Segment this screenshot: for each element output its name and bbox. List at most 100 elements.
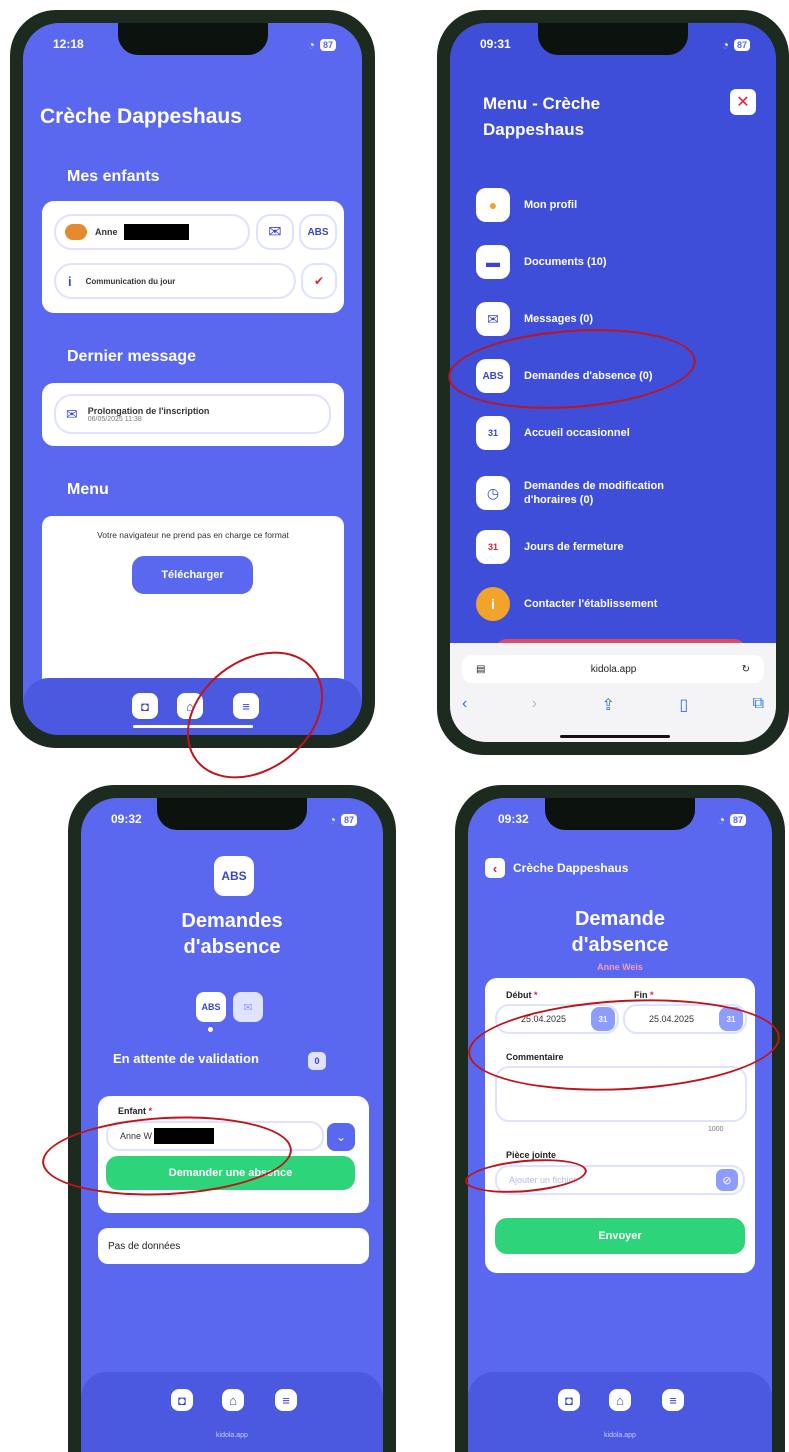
chevron-down-icon: ⌄ [335, 1130, 347, 1144]
camera-icon[interactable]: ◘ [558, 1389, 580, 1411]
communication-label: Communication du jour [85, 276, 176, 286]
child-name: Anne [95, 227, 118, 237]
home-indicator [560, 735, 670, 738]
menu-item-profile[interactable]: ● Mon profil [476, 185, 756, 225]
redacted-block [123, 224, 189, 240]
no-data-card: Pas de données [98, 1228, 369, 1264]
wifi-icon: ◔ [307, 38, 315, 52]
message-date: 06/05/2025 11:38 [87, 415, 142, 423]
menu-item-documents[interactable]: ▬ Documents (10) [476, 242, 756, 282]
chevron-left-icon: ‹ [492, 860, 498, 876]
abs-shortcut-button[interactable]: ABS [299, 214, 337, 250]
phone-screen-absence-form: 09:32 ◔ 87 ‹ Crèche Dappeshaus Demande d'… [455, 785, 785, 1452]
children-heading: Mes enfants [67, 168, 160, 185]
envelope-icon: ✉ [243, 1001, 253, 1014]
page-title: Demandes d'absence [181, 910, 283, 958]
messages-icon: ✉ [476, 302, 510, 336]
unsupported-text: Votre navigateur ne prend pas en charge … [97, 530, 289, 540]
phone-screen-absence-list: 09:32 ◔ 87 ABS Demandes d'absence ABS ✉ E… [68, 785, 396, 1452]
info-icon: i [476, 587, 510, 621]
close-icon: ✕ [736, 94, 750, 111]
send-button[interactable]: Envoyer [495, 1218, 745, 1254]
child-selector[interactable]: Anne [54, 214, 250, 250]
chevron-down-icon: ✔ [313, 274, 325, 288]
last-message-heading: Dernier message [67, 348, 196, 365]
url-text: kidola.app [216, 1432, 248, 1439]
message-icon: ✉ [66, 405, 78, 422]
reload-icon[interactable]: ↻ [742, 664, 750, 675]
menu-item-schedule-change[interactable]: ◷ Demandes de modification d'horaires (0… [476, 470, 756, 516]
bookmarks-icon[interactable]: ▯ [679, 695, 688, 715]
url-field[interactable]: ▤ kidola.app ↻ [462, 655, 764, 683]
child-name: Anne Weis [597, 962, 643, 972]
menu-heading: Menu [67, 481, 109, 498]
wifi-icon: ◔ [717, 813, 725, 827]
message-item[interactable]: ✉ Prolongation de l'inscription 06/05/20… [54, 394, 331, 434]
battery-indicator: 87 [729, 814, 746, 826]
battery-indicator: 87 [319, 39, 336, 51]
screen-home: 12:18 ◔ 87 Crèche Dappeshaus Mes enfants … [23, 23, 362, 735]
child-select-dropdown[interactable]: ⌄ [327, 1123, 355, 1151]
calendar-closed-icon: 31 [476, 530, 510, 564]
tabs-icon[interactable]: ⧉ [753, 695, 764, 715]
page-title: Crèche Dappeshaus [40, 105, 242, 128]
tab-history[interactable]: ✉ [233, 992, 263, 1022]
menu-item-occasional[interactable]: 31 Accueil occasionnel [476, 413, 756, 453]
status-time: 09:32 [111, 812, 142, 826]
status-time: 09:32 [498, 812, 529, 826]
status-bar: 09:32 ◔ 87 [111, 812, 357, 828]
messages-shortcut-button[interactable]: ✉ [256, 214, 294, 250]
folder-icon: ▬ [476, 245, 510, 279]
url-text: kidola.app [604, 1432, 636, 1439]
menu-icon[interactable]: ≡ [662, 1389, 684, 1411]
calendar-icon: 31 [476, 416, 510, 450]
required-marker: * [148, 1106, 153, 1116]
reader-icon[interactable]: ▤ [476, 664, 485, 675]
paperclip-icon[interactable]: ⊘ [716, 1169, 738, 1191]
camera-icon[interactable]: ◘ [171, 1389, 193, 1411]
wifi-icon: ◔ [721, 38, 729, 52]
required-marker: * [534, 990, 538, 1000]
camera-icon[interactable]: ◘ [132, 693, 158, 719]
info-icon: i [68, 273, 72, 289]
menu-icon[interactable]: ≡ [275, 1389, 297, 1411]
page-title: Demande d'absence [571, 908, 669, 956]
abs-badge: ABS [214, 856, 254, 896]
bottom-nav: ◘ ⌂ ≡ kidola.app [468, 1372, 772, 1452]
status-bar: 12:18 ◔ 87 [53, 37, 336, 53]
menu-item-closing-days[interactable]: 31 Jours de fermeture [476, 527, 756, 567]
clock-icon: ◷ [476, 476, 510, 510]
start-label: Début * [506, 990, 538, 1000]
message-title: Prolongation de l'inscription [87, 405, 210, 416]
pending-label: En attente de validation [113, 1051, 259, 1066]
home-icon[interactable]: ⌂ [609, 1389, 631, 1411]
forward-icon[interactable]: › [532, 695, 537, 715]
tab-indicator [208, 1027, 213, 1032]
menu-item-contact[interactable]: i Contacter l'établissement [476, 584, 756, 624]
status-time: 09:31 [480, 37, 511, 51]
close-button[interactable]: ✕ [730, 89, 756, 115]
tab-abs[interactable]: ABS [196, 992, 226, 1022]
bottom-nav: ◘ ⌂ ≡ kidola.app [81, 1372, 383, 1452]
screen-absence-form: 09:32 ◔ 87 ‹ Crèche Dappeshaus Demande d'… [468, 798, 772, 1452]
wifi-icon: ◔ [328, 813, 336, 827]
back-button[interactable]: ‹ [485, 858, 505, 878]
back-icon[interactable]: ‹ [462, 695, 467, 715]
back-title: Crèche Dappeshaus [513, 861, 629, 875]
status-bar: 09:32 ◔ 87 [498, 812, 746, 828]
envelope-icon: ✉ [268, 224, 282, 241]
menu-title: Menu - Crèche Dappeshaus [483, 94, 601, 139]
no-data-text: Pas de données [108, 1240, 181, 1252]
browser-bar: ▤ kidola.app ↻ ‹ › ⇪ ▯ ⧉ [450, 643, 776, 742]
battery-indicator: 87 [340, 814, 357, 826]
char-limit: 1000 [708, 1126, 724, 1133]
home-icon[interactable]: ⌂ [222, 1389, 244, 1411]
person-icon: ● [476, 188, 510, 222]
phone-screen-home: 12:18 ◔ 87 Crèche Dappeshaus Mes enfants … [10, 10, 375, 748]
battery-indicator: 87 [733, 39, 750, 51]
status-bar: 09:31 ◔ 87 [480, 37, 750, 53]
communication-selector[interactable]: i Communication du jour [54, 263, 296, 299]
share-icon[interactable]: ⇪ [602, 695, 615, 715]
download-button[interactable]: Télécharger [132, 556, 253, 594]
expand-button[interactable]: ✔ [301, 263, 337, 299]
